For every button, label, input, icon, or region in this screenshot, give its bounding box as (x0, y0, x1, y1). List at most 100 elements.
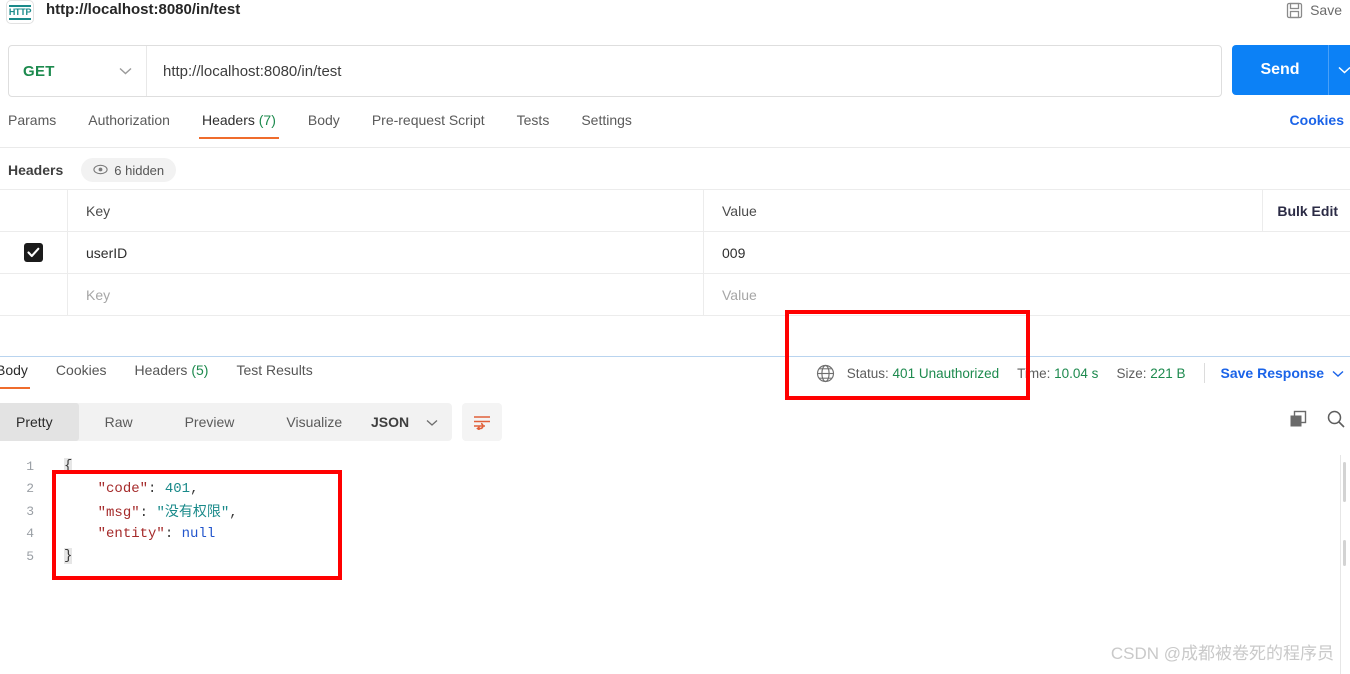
column-header-key: Key (68, 190, 704, 231)
response-tab-cookies[interactable]: Cookies (56, 362, 107, 389)
response-body-toolbar: Pretty Raw Preview Visualize JSON (0, 403, 1350, 443)
page-title: http://localhost:8080/in/test (46, 1, 241, 18)
table-row: Key Value (0, 274, 1350, 316)
headers-subheader: Headers 6 hidden (0, 155, 1350, 185)
table-row: userID 009 (0, 232, 1350, 274)
time-label: Time: (1017, 365, 1051, 381)
search-icon[interactable] (1326, 409, 1346, 434)
request-tab-bar: Params Authorization Headers (7) Body Pr… (0, 112, 1350, 148)
line-number: 5 (26, 548, 34, 564)
view-pretty[interactable]: Pretty (0, 403, 79, 441)
scrollbar-thumb-bottom[interactable] (1343, 540, 1346, 566)
code-line: 4 "entity": null (0, 523, 1350, 546)
hidden-headers-label: 6 hidden (114, 162, 165, 178)
tab-tests[interactable]: Tests (517, 112, 550, 139)
tab-headers-count: (7) (258, 112, 276, 128)
response-view-switcher: Pretty Raw Preview Visualize (0, 403, 369, 441)
new-row-value-cell: Value (704, 274, 1350, 315)
column-header-value-cell: Value Bulk Edit (704, 190, 1350, 231)
line-number: 2 (26, 481, 34, 497)
line-number: 3 (26, 503, 34, 519)
code-text: } (44, 548, 73, 565)
json-brace-close: } (64, 548, 73, 565)
json-key: "msg" (97, 505, 140, 522)
response-tab-cookies-label: Cookies (55, 362, 107, 378)
chevron-down-icon (426, 414, 438, 430)
code-line: 2 "code": 401, (0, 478, 1350, 501)
tab-settings[interactable]: Settings (581, 112, 632, 139)
header-checkbox-cell (0, 190, 68, 231)
response-language-selector[interactable]: JSON (357, 403, 452, 441)
tab-authorization[interactable]: Authorization (88, 112, 170, 139)
tab-headers[interactable]: Headers (7) (198, 112, 279, 139)
response-tab-test-results[interactable]: Test Results (236, 362, 312, 389)
tab-pre-request-script[interactable]: Pre-request Script (372, 112, 485, 139)
status-badge: 401 Unauthorized (892, 365, 1000, 381)
response-meta-bar: Status: 401 Unauthorized Time: 10.04 s S… (816, 362, 1344, 384)
code-pane-divider (1340, 455, 1341, 674)
url-input[interactable]: http://localhost:8080/in/test (147, 46, 1221, 96)
chevron-down-icon[interactable] (1329, 61, 1350, 79)
code-text: "entity": null (44, 525, 216, 542)
response-tab-headers-label: Headers (134, 362, 188, 378)
json-null-value: null (181, 525, 216, 542)
response-tab-body[interactable]: Body (0, 362, 30, 389)
row-checkbox-cell (0, 232, 68, 273)
postman-window: HTTP http://localhost:8080/in/test Save … (0, 0, 1350, 674)
json-colon: : (164, 525, 182, 542)
method-selector[interactable]: GET (9, 46, 147, 96)
row-key-input[interactable]: userID (68, 232, 704, 273)
time-item: Time: 10.04 s (1017, 366, 1098, 381)
time-value: 10.04 s (1054, 365, 1099, 381)
row-value-cell: 009 (704, 232, 1350, 273)
line-number: 4 (26, 526, 34, 542)
hidden-headers-toggle[interactable]: 6 hidden (81, 158, 177, 182)
new-row-value-input[interactable]: Value (722, 287, 757, 303)
json-brace-open: { (64, 458, 73, 475)
view-raw[interactable]: Raw (79, 403, 159, 441)
size-label: Size: (1116, 365, 1147, 381)
json-string-value: "没有权限" (156, 505, 230, 522)
code-line: 5 } (0, 545, 1350, 568)
save-response-button[interactable]: Save Response (1221, 365, 1325, 381)
save-button-label: Save (1310, 2, 1342, 18)
word-wrap-icon[interactable] (462, 403, 502, 441)
tab-body[interactable]: Body (308, 112, 340, 139)
chevron-down-icon[interactable] (1332, 366, 1344, 381)
code-text: { (44, 458, 73, 475)
bulk-edit-button[interactable]: Bulk Edit (1262, 190, 1338, 231)
row-value-input[interactable]: 009 (722, 245, 745, 261)
chevron-down-icon (119, 62, 132, 80)
floppy-disk-icon (1286, 2, 1303, 19)
row-checkbox-cell (0, 274, 68, 315)
line-number: 1 (26, 458, 34, 474)
scrollbar-thumb-top[interactable] (1343, 462, 1346, 502)
new-row-key-input[interactable]: Key (68, 274, 704, 315)
eye-icon (93, 163, 108, 178)
tab-params[interactable]: Params (8, 112, 56, 139)
save-button[interactable]: Save (1286, 0, 1342, 20)
json-colon: : (139, 505, 157, 522)
size-item: Size: 221 B (1116, 366, 1185, 381)
checkbox-checked[interactable] (24, 243, 43, 262)
view-visualize[interactable]: Visualize (260, 403, 368, 441)
view-preview[interactable]: Preview (159, 403, 261, 441)
http-protocol-icon: HTTP (6, 0, 34, 24)
globe-icon (816, 364, 835, 383)
tab-body-label: Body (307, 112, 340, 128)
tab-headers-label: Headers (201, 112, 255, 128)
response-tab-headers[interactable]: Headers (5) (135, 362, 209, 389)
response-pane-divider[interactable] (0, 356, 1350, 357)
json-colon: : (148, 480, 165, 497)
copy-icon[interactable] (1288, 409, 1308, 434)
http-badge-label: HTTP (8, 4, 31, 20)
tab-title-row: HTTP http://localhost:8080/in/test Save (0, 0, 1350, 24)
send-button[interactable]: Send (1232, 45, 1350, 95)
size-value: 221 B (1150, 365, 1186, 381)
cookies-link[interactable]: Cookies (1290, 112, 1344, 128)
column-header-value: Value (722, 202, 757, 219)
table-header-row: Key Value Bulk Edit (0, 189, 1350, 232)
tab-authorization-label: Authorization (88, 112, 170, 128)
